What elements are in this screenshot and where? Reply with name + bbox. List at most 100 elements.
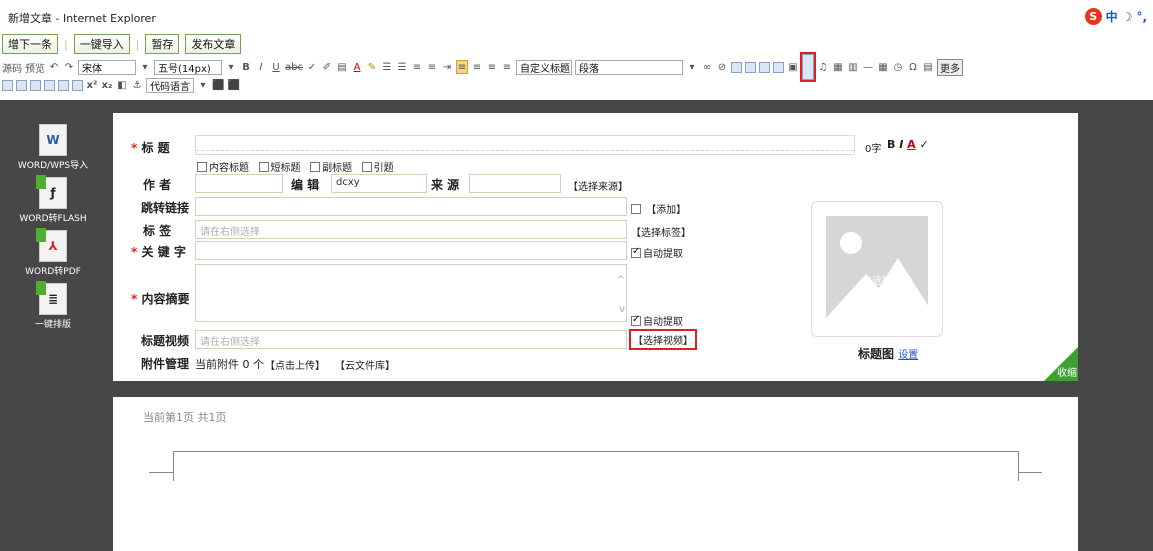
align-right-icon[interactable]: ≡ [486,60,498,74]
summary-auto-extract[interactable]: 自动提取 [631,313,683,328]
title-option-content[interactable]: 内容标题 [197,162,249,174]
subscript-icon[interactable]: x₂ [101,78,113,92]
select-tags-link[interactable]: 【选择标签】 [631,224,691,239]
jump-add-toggle[interactable]: 【添加】 [631,201,686,216]
template-icon[interactable]: ▤ [922,60,934,74]
music-icon[interactable]: ♫ [817,60,829,74]
table-merge-icon[interactable] [772,61,784,73]
undo-icon[interactable]: ↶ [48,60,60,74]
special-char-icon[interactable]: Ω [907,60,919,74]
title-option-sub[interactable]: 副标题 [310,162,352,174]
keyword-auto-extract[interactable]: 自动提取 [631,245,683,260]
editor-label: 编 辑 [291,178,320,192]
title-image-set-link[interactable]: 设置 [898,350,918,361]
line-spacing-icon[interactable]: ≡ [411,60,423,74]
editor-toolbar: 源码 预览 ↶ ↷ 宋体 ▾ 五号(14px) ▾ B I U abc ✓ ✐ … [0,52,1153,96]
upload-link[interactable]: 【点击上传】 [265,357,325,372]
paragraph-select[interactable]: 段落 [574,59,683,75]
chevron-down-icon[interactable]: ▾ [197,78,209,92]
spellcheck-icon[interactable]: ✓ [306,60,318,74]
attachment-icon[interactable]: ▦ [832,60,844,74]
link-icon[interactable]: ∞ [701,60,713,74]
title-char-count: 0字 [865,144,882,155]
select-video-link[interactable]: 【选择视频】 [629,329,697,350]
highlight-color-icon[interactable]: ✎ [366,60,378,74]
table-delete-col-icon[interactable] [44,79,55,91]
sidebar-item-word-to-pdf[interactable]: ⅄ WORD转PDF [18,228,88,277]
table-insert-row-icon[interactable] [2,79,13,91]
code-language-select[interactable]: 代码语言 [146,77,194,93]
bold-icon[interactable]: B [240,60,252,74]
article-form-panel: * 标 题 0字 B I A ✓ 内容标题 短标题 副标题 引题 作 者 编 辑… [113,113,1078,381]
source-button[interactable]: 源码 [2,60,22,75]
video-input[interactable]: 请在右侧选择 [195,330,627,349]
chevron-down-icon[interactable]: ▾ [686,60,698,74]
summary-scrollbar[interactable]: ^ v [614,265,626,321]
ordered-list-icon[interactable]: ☰ [381,60,393,74]
sidebar-item-word-import[interactable]: W WORD/WPS导入 [18,124,88,171]
redo-icon[interactable]: ↷ [63,60,75,74]
font-color-icon[interactable]: A [351,60,363,74]
date-icon[interactable]: ▦ [877,60,889,74]
table-insert-col-icon[interactable] [30,79,41,91]
publish-button[interactable]: 发布文章 [185,34,242,54]
title-input[interactable] [195,135,855,155]
more-button[interactable]: 更多 [936,58,963,76]
save-draft-button[interactable]: 暂存 [145,34,180,54]
time-icon[interactable]: ◷ [892,60,904,74]
sidebar-item-word-to-flash[interactable]: ƒ WORD转FLASH [18,175,88,224]
indent-icon[interactable]: ⇥ [441,60,453,74]
font-size-select[interactable]: 五号(14px) [154,59,222,75]
custom-heading-select[interactable]: 自定义标题 [515,59,572,75]
sidebar-item-one-click-layout[interactable]: ≣ 一键排版 [18,281,88,330]
align-center-icon[interactable]: ≡ [471,60,483,74]
gallery-icon[interactable]: ▥ [847,60,859,74]
table-row-icon[interactable] [744,61,756,73]
table-delete-icon[interactable] [72,79,83,91]
unordered-list-icon[interactable]: ☰ [396,60,408,74]
tags-label: 标 签 [143,224,172,238]
table-col-icon[interactable] [758,61,770,73]
strikethrough-icon[interactable]: abc [285,60,303,74]
chevron-down-icon[interactable]: ▾ [139,60,151,74]
format-painter-icon[interactable]: ✐ [321,60,333,74]
tags-input[interactable]: 请在右侧选择 [195,220,627,239]
clear-format-icon[interactable]: ◧ [116,78,128,92]
source-input[interactable] [469,174,561,193]
flash-red-icon[interactable]: ⬛ [227,78,239,92]
jump-link-input[interactable] [195,197,627,216]
ime-status[interactable]: S 中 ☽ °, [1084,8,1147,25]
align-left-icon[interactable]: ≡ [455,60,468,74]
document-editor[interactable]: 当前第1页 共1页 [113,397,1078,551]
italic-icon[interactable]: I [255,60,267,74]
table-split-icon[interactable] [58,79,69,91]
add-next-button[interactable]: 增下一条 [2,34,58,54]
anchor-icon[interactable]: ⚓ [131,78,143,92]
keyword-input[interactable] [195,241,627,260]
horizontal-rule-icon[interactable]: — [862,60,874,74]
one-click-import-button[interactable]: 一键导入 [73,34,130,54]
underline-icon[interactable]: U [270,60,282,74]
pdf-red-icon[interactable]: ⬛ [212,78,224,92]
font-family-select[interactable]: 宋体 [78,59,136,75]
summary-textarea[interactable]: ^ v [195,264,627,322]
paste-icon[interactable]: ▤ [336,60,348,74]
author-input[interactable] [195,174,283,193]
chevron-down-icon[interactable]: ▾ [225,60,237,74]
title-image-thumbnail[interactable]: 未选择 [811,201,943,337]
paragraph-spacing-icon[interactable]: ≡ [426,60,438,74]
editor-input[interactable]: dcxy [331,174,427,193]
word-icon: W [39,124,67,156]
title-option-short[interactable]: 短标题 [258,162,301,174]
unlink-icon[interactable]: ⊘ [716,60,728,74]
table-icon[interactable] [730,61,742,73]
superscript-icon[interactable]: x² [86,78,98,92]
image-icon[interactable]: ▣ [787,60,799,74]
cloud-library-link[interactable]: 【云文件库】 [335,357,395,372]
title-option-lead[interactable]: 引题 [361,162,394,174]
preview-button[interactable]: 预览 [25,60,45,75]
select-source-link[interactable]: 【选择来源】 [568,178,628,193]
video-insert-icon[interactable] [799,52,816,82]
table-delete-row-icon[interactable] [16,79,27,91]
align-justify-icon[interactable]: ≡ [501,60,513,74]
